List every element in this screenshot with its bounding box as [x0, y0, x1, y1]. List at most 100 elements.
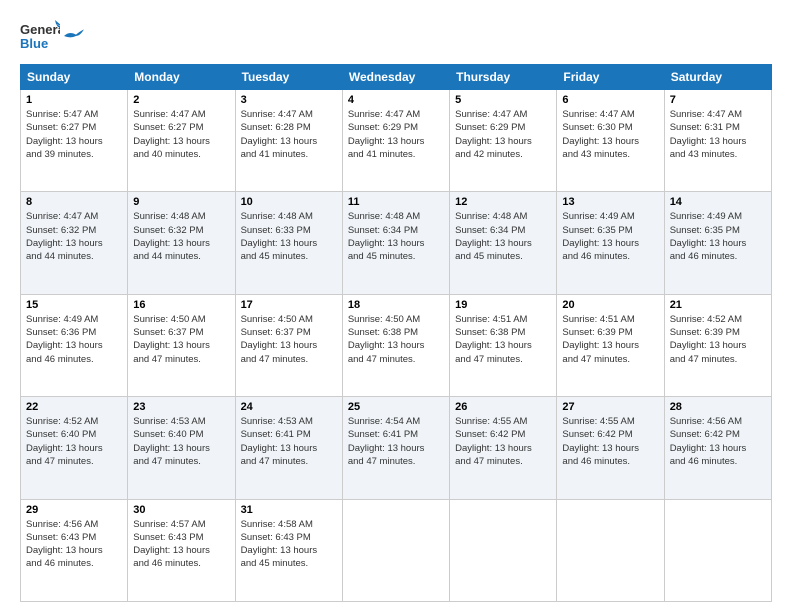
daylight: Daylight: 13 hours	[26, 544, 122, 557]
sunset: Sunset: 6:43 PM	[133, 531, 229, 544]
daylight-minutes: and 46 minutes.	[562, 250, 658, 263]
day-number: 26	[455, 401, 551, 413]
daylight-minutes: and 47 minutes.	[133, 353, 229, 366]
day-number: 31	[241, 504, 337, 516]
day-cell: 29 Sunrise: 4:56 AM Sunset: 6:43 PM Dayl…	[21, 499, 128, 601]
weekday-header-friday: Friday	[557, 65, 664, 90]
sunset: Sunset: 6:32 PM	[26, 224, 122, 237]
sunrise: Sunrise: 4:47 AM	[133, 108, 229, 121]
sunset: Sunset: 6:29 PM	[455, 121, 551, 134]
daylight-minutes: and 45 minutes.	[455, 250, 551, 263]
weekday-header-sunday: Sunday	[21, 65, 128, 90]
sunset: Sunset: 6:29 PM	[348, 121, 444, 134]
daylight-minutes: and 41 minutes.	[241, 148, 337, 161]
day-info: Sunrise: 4:52 AM Sunset: 6:40 PM Dayligh…	[26, 415, 122, 468]
sunset: Sunset: 6:38 PM	[455, 326, 551, 339]
sunset: Sunset: 6:43 PM	[241, 531, 337, 544]
day-cell: 19 Sunrise: 4:51 AM Sunset: 6:38 PM Dayl…	[450, 294, 557, 396]
day-info: Sunrise: 4:48 AM Sunset: 6:34 PM Dayligh…	[348, 210, 444, 263]
day-cell: 4 Sunrise: 4:47 AM Sunset: 6:29 PM Dayli…	[342, 90, 449, 192]
sunset: Sunset: 6:35 PM	[670, 224, 766, 237]
daylight-minutes: and 41 minutes.	[348, 148, 444, 161]
day-cell: 11 Sunrise: 4:48 AM Sunset: 6:34 PM Dayl…	[342, 192, 449, 294]
daylight-minutes: and 47 minutes.	[348, 353, 444, 366]
day-info: Sunrise: 4:49 AM Sunset: 6:35 PM Dayligh…	[670, 210, 766, 263]
day-number: 23	[133, 401, 229, 413]
sunset: Sunset: 6:37 PM	[241, 326, 337, 339]
day-cell: 1 Sunrise: 5:47 AM Sunset: 6:27 PM Dayli…	[21, 90, 128, 192]
daylight: Daylight: 13 hours	[133, 237, 229, 250]
sunset: Sunset: 6:27 PM	[26, 121, 122, 134]
daylight-minutes: and 46 minutes.	[562, 455, 658, 468]
daylight: Daylight: 13 hours	[26, 442, 122, 455]
daylight-minutes: and 46 minutes.	[670, 455, 766, 468]
sunrise: Sunrise: 4:53 AM	[133, 415, 229, 428]
day-info: Sunrise: 4:55 AM Sunset: 6:42 PM Dayligh…	[562, 415, 658, 468]
daylight: Daylight: 13 hours	[241, 237, 337, 250]
sunset: Sunset: 6:27 PM	[133, 121, 229, 134]
day-number: 11	[348, 196, 444, 208]
daylight: Daylight: 13 hours	[26, 237, 122, 250]
daylight-minutes: and 47 minutes.	[562, 353, 658, 366]
day-cell: 31 Sunrise: 4:58 AM Sunset: 6:43 PM Dayl…	[235, 499, 342, 601]
sunset: Sunset: 6:32 PM	[133, 224, 229, 237]
daylight: Daylight: 13 hours	[26, 339, 122, 352]
sunrise: Sunrise: 4:47 AM	[26, 210, 122, 223]
daylight-minutes: and 45 minutes.	[241, 250, 337, 263]
sunrise: Sunrise: 4:58 AM	[241, 518, 337, 531]
sunrise: Sunrise: 4:50 AM	[133, 313, 229, 326]
day-number: 28	[670, 401, 766, 413]
day-info: Sunrise: 4:53 AM Sunset: 6:41 PM Dayligh…	[241, 415, 337, 468]
day-cell	[450, 499, 557, 601]
day-number: 13	[562, 196, 658, 208]
sunrise: Sunrise: 4:47 AM	[562, 108, 658, 121]
day-info: Sunrise: 4:49 AM Sunset: 6:35 PM Dayligh…	[562, 210, 658, 263]
day-number: 4	[348, 94, 444, 106]
sunrise: Sunrise: 5:47 AM	[26, 108, 122, 121]
sunset: Sunset: 6:33 PM	[241, 224, 337, 237]
weekday-header-saturday: Saturday	[664, 65, 771, 90]
day-number: 25	[348, 401, 444, 413]
day-info: Sunrise: 4:58 AM Sunset: 6:43 PM Dayligh…	[241, 518, 337, 571]
sunrise: Sunrise: 4:51 AM	[455, 313, 551, 326]
daylight-minutes: and 39 minutes.	[26, 148, 122, 161]
daylight: Daylight: 13 hours	[670, 135, 766, 148]
sunset: Sunset: 6:31 PM	[670, 121, 766, 134]
sunset: Sunset: 6:34 PM	[348, 224, 444, 237]
daylight: Daylight: 13 hours	[241, 544, 337, 557]
day-number: 18	[348, 299, 444, 311]
day-info: Sunrise: 5:47 AM Sunset: 6:27 PM Dayligh…	[26, 108, 122, 161]
day-cell: 22 Sunrise: 4:52 AM Sunset: 6:40 PM Dayl…	[21, 397, 128, 499]
day-number: 6	[562, 94, 658, 106]
day-info: Sunrise: 4:56 AM Sunset: 6:42 PM Dayligh…	[670, 415, 766, 468]
daylight-minutes: and 46 minutes.	[670, 250, 766, 263]
week-row-4: 22 Sunrise: 4:52 AM Sunset: 6:40 PM Dayl…	[21, 397, 772, 499]
sunset: Sunset: 6:30 PM	[562, 121, 658, 134]
daylight-minutes: and 47 minutes.	[26, 455, 122, 468]
sunrise: Sunrise: 4:51 AM	[562, 313, 658, 326]
daylight: Daylight: 13 hours	[562, 442, 658, 455]
sunset: Sunset: 6:35 PM	[562, 224, 658, 237]
daylight-minutes: and 47 minutes.	[241, 455, 337, 468]
daylight-minutes: and 47 minutes.	[670, 353, 766, 366]
sunrise: Sunrise: 4:48 AM	[241, 210, 337, 223]
logo-icon: General Blue	[20, 18, 60, 54]
sunrise: Sunrise: 4:57 AM	[133, 518, 229, 531]
day-number: 5	[455, 94, 551, 106]
day-info: Sunrise: 4:57 AM Sunset: 6:43 PM Dayligh…	[133, 518, 229, 571]
sunset: Sunset: 6:39 PM	[670, 326, 766, 339]
day-cell: 15 Sunrise: 4:49 AM Sunset: 6:36 PM Dayl…	[21, 294, 128, 396]
daylight: Daylight: 13 hours	[348, 135, 444, 148]
day-cell	[664, 499, 771, 601]
day-info: Sunrise: 4:54 AM Sunset: 6:41 PM Dayligh…	[348, 415, 444, 468]
day-info: Sunrise: 4:51 AM Sunset: 6:39 PM Dayligh…	[562, 313, 658, 366]
day-cell: 30 Sunrise: 4:57 AM Sunset: 6:43 PM Dayl…	[128, 499, 235, 601]
day-number: 14	[670, 196, 766, 208]
daylight-minutes: and 44 minutes.	[26, 250, 122, 263]
sunset: Sunset: 6:39 PM	[562, 326, 658, 339]
daylight-minutes: and 42 minutes.	[455, 148, 551, 161]
sunset: Sunset: 6:43 PM	[26, 531, 122, 544]
daylight-minutes: and 43 minutes.	[670, 148, 766, 161]
daylight: Daylight: 13 hours	[455, 442, 551, 455]
day-cell	[342, 499, 449, 601]
